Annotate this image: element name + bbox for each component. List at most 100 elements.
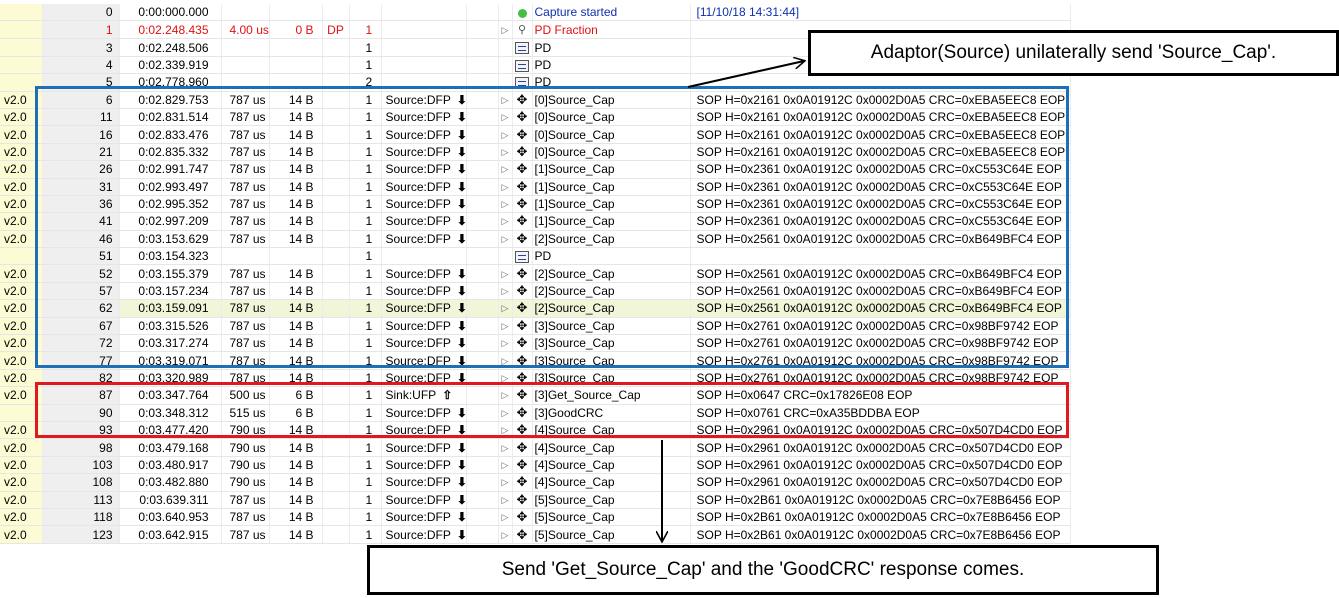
- role-cell: Sink:UFP ⇧: [381, 386, 467, 405]
- expand-cell[interactable]: ▷: [498, 421, 513, 440]
- table-row[interactable]: v2.0 103 0:03.480.917 790 us 14 B 1 Source:DFP…: [0, 456, 1071, 475]
- table-row[interactable]: 90 0:03.348.312 515 us 6 B 1 Source:DFP ⬇ ▷ ✥ [3]…: [0, 404, 1071, 422]
- table-row[interactable]: 51 0:03.154.323 1 PD: [0, 247, 1071, 266]
- table-row[interactable]: v2.0 108 0:03.482.880 790 us 14 B 1 Source:DFP…: [0, 473, 1071, 492]
- table-row[interactable]: v2.0 67 0:03.315.526 787 us 14 B 1 Source:DFP ⬇…: [0, 317, 1071, 336]
- expand-triangle-icon[interactable]: ▷: [502, 112, 509, 122]
- table-row[interactable]: v2.0 118 0:03.640.953 787 us 14 B 1 Source:DFP…: [0, 508, 1071, 527]
- expand-cell[interactable]: ▷: [498, 230, 513, 249]
- table-row[interactable]: v2.0 98 0:03.479.168 790 us 14 B 1 Source:DFP ⬇…: [0, 438, 1071, 457]
- table-row[interactable]: v2.0 77 0:03.319.071 787 us 14 B 1 Source:DFP ⬇…: [0, 351, 1071, 370]
- expand-triangle-icon[interactable]: ▷: [502, 303, 509, 313]
- expand-cell[interactable]: ▷: [498, 299, 513, 318]
- expand-triangle-icon[interactable]: ▷: [502, 356, 509, 366]
- expand-triangle-icon[interactable]: ▷: [502, 25, 509, 35]
- expand-cell[interactable]: ▷: [498, 334, 513, 353]
- expand-cell[interactable]: ▷: [498, 508, 513, 527]
- expand-cell[interactable]: ▷: [498, 282, 513, 301]
- expand-triangle-icon[interactable]: ▷: [502, 443, 509, 453]
- table-row[interactable]: 0 0:00:000.000 Capture started [11/10/18 14…: [0, 4, 1071, 22]
- expand-triangle-icon[interactable]: ▷: [502, 460, 509, 470]
- expand-triangle-icon[interactable]: ▷: [502, 373, 509, 383]
- count-cell: 1: [349, 56, 382, 75]
- expand-cell[interactable]: ▷: [498, 108, 513, 127]
- expand-triangle-icon[interactable]: ▷: [502, 269, 509, 279]
- expand-triangle-icon[interactable]: ▷: [502, 286, 509, 296]
- count-cell: 1: [349, 143, 382, 162]
- expand-triangle-icon[interactable]: ▷: [502, 321, 509, 331]
- dp-cell: DP: [322, 20, 350, 40]
- table-row[interactable]: v2.0 41 0:02.997.209 787 us 14 B 1 Source:DFP ⬇…: [0, 212, 1071, 231]
- index-cell: 1: [42, 20, 120, 40]
- table-row[interactable]: v2.0 72 0:03.317.274 787 us 14 B 1 Source:DFP ⬇…: [0, 334, 1071, 353]
- duration-cell: 787 us: [221, 143, 270, 162]
- table-row[interactable]: v2.0 6 0:02.829.753 787 us 14 B 1 Source:DFP ⬇ ▷…: [0, 91, 1071, 109]
- expand-triangle-icon[interactable]: ▷: [502, 512, 509, 522]
- expand-cell[interactable]: ▷: [498, 20, 513, 40]
- expand-triangle-icon[interactable]: ▷: [502, 182, 509, 192]
- expand-triangle-icon[interactable]: ▷: [502, 147, 509, 157]
- expand-cell[interactable]: ▷: [498, 473, 513, 492]
- table-row[interactable]: v2.0 62 0:03.159.091 787 us 14 B 1 Source:DFP ⬇…: [0, 299, 1071, 318]
- capture-grid[interactable]: 0 0:00:000.000 Capture started [11/10/18 14…: [0, 4, 1071, 544]
- expand-triangle-icon[interactable]: ▷: [502, 390, 509, 400]
- expand-triangle-icon[interactable]: ▷: [502, 495, 509, 505]
- expand-cell[interactable]: ▷: [498, 456, 513, 475]
- table-row[interactable]: v2.0 82 0:03.320.989 787 us 14 B 1 Source:DFP ⬇…: [0, 369, 1071, 388]
- table-row[interactable]: v2.0 87 0:03.347.764 500 us 6 B 1 Sink:UFP ⇧ ▷ ✥[…: [0, 386, 1071, 405]
- expand-triangle-icon[interactable]: ▷: [502, 530, 509, 540]
- expand-cell[interactable]: ▷: [498, 264, 513, 283]
- table-row[interactable]: v2.0 52 0:03.155.379 787 us 14 B 1 Source:DFP ⬇…: [0, 264, 1071, 283]
- size-cell: 14 B: [269, 525, 323, 544]
- expand-cell[interactable]: ▷: [498, 438, 513, 457]
- expand-triangle-icon[interactable]: ▷: [502, 234, 509, 244]
- table-row[interactable]: v2.0 21 0:02.835.332 787 us 14 B 1 Source:DFP ⬇…: [0, 143, 1071, 162]
- expand-cell[interactable]: ▷: [498, 178, 513, 196]
- expand-cell[interactable]: ▷: [498, 91, 513, 109]
- expand-cell[interactable]: ▷: [498, 351, 513, 370]
- expand-triangle-icon[interactable]: ▷: [502, 95, 509, 105]
- index-cell: 82: [42, 369, 120, 388]
- arrow-down-icon: ⬇: [456, 336, 466, 351]
- expand-triangle-icon[interactable]: ▷: [502, 130, 509, 140]
- expand-triangle-icon[interactable]: ▷: [502, 199, 509, 209]
- table-row[interactable]: v2.0 93 0:03.477.420 790 us 14 B 1 Source:DFP ⬇…: [0, 421, 1071, 440]
- table-row[interactable]: v2.0 46 0:03.153.629 787 us 14 B 1 Source:DFP ⬇…: [0, 230, 1071, 249]
- table-row[interactable]: v2.0 11 0:02.831.514 787 us 14 B 1 Source:DFP ⬇…: [0, 108, 1071, 127]
- expand-cell[interactable]: ▷: [498, 195, 513, 214]
- role-label: Source:DFP: [385, 110, 451, 125]
- expand-cell[interactable]: ▷: [498, 525, 513, 544]
- role-cell: [381, 4, 467, 22]
- table-row[interactable]: v2.0 113 0:03.639.311 787 us 14 B 1 Source:DFP…: [0, 491, 1071, 509]
- expand-cell[interactable]: ▷: [498, 125, 513, 144]
- version-cell: v2.0: [0, 456, 43, 475]
- version-cell: v2.0: [0, 438, 43, 457]
- expand-cell[interactable]: ▷: [498, 386, 513, 405]
- expand-triangle-icon[interactable]: ▷: [502, 164, 509, 174]
- icon-cell: ⚲: [512, 20, 533, 40]
- expand-triangle-icon[interactable]: ▷: [502, 408, 509, 418]
- expand-triangle-icon[interactable]: ▷: [502, 477, 509, 487]
- expand-cell[interactable]: ▷: [498, 212, 513, 231]
- table-row[interactable]: v2.0 36 0:02.995.352 787 us 14 B 1 Source:DFP ⬇…: [0, 195, 1071, 214]
- expand-cell[interactable]: ▷: [498, 143, 513, 162]
- expand-cell[interactable]: ▷: [498, 369, 513, 388]
- table-row[interactable]: v2.0 123 0:03.642.915 787 us 14 B 1 Source:DFP…: [0, 525, 1071, 544]
- table-row[interactable]: v2.0 26 0:02.991.747 787 us 14 B 1 Source:DFP ⬇…: [0, 160, 1071, 179]
- expand-cell[interactable]: ▷: [498, 404, 513, 422]
- expand-cell[interactable]: ▷: [498, 317, 513, 336]
- duration-cell: 787 us: [221, 264, 270, 283]
- expand-triangle-icon[interactable]: ▷: [502, 338, 509, 348]
- expand-cell[interactable]: ▷: [498, 160, 513, 179]
- expand-triangle-icon[interactable]: ▷: [502, 425, 509, 435]
- expand-cell[interactable]: ▷: [498, 491, 513, 509]
- event-cell: [1]Source_Cap: [532, 212, 691, 231]
- expand-triangle-icon[interactable]: ▷: [502, 216, 509, 226]
- table-row[interactable]: v2.0 16 0:02.833.476 787 us 14 B 1 Source:DFP ⬇…: [0, 125, 1071, 144]
- index-cell: 0: [42, 4, 120, 22]
- table-row[interactable]: 5 0:02.778.960 2 PD: [0, 73, 1071, 92]
- pd-fraction-icon: ⚲: [517, 24, 527, 37]
- count-cell: 1: [349, 404, 382, 422]
- table-row[interactable]: v2.0 57 0:03.157.234 787 us 14 B 1 Source:DFP ⬇…: [0, 282, 1071, 301]
- table-row[interactable]: v2.0 31 0:02.993.497 787 us 14 B 1 Source:DFP ⬇…: [0, 178, 1071, 196]
